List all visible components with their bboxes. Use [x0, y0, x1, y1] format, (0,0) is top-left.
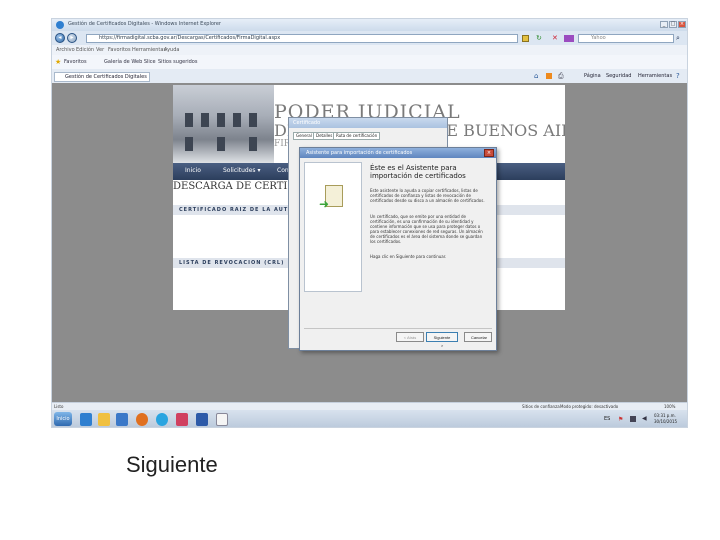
menu-ver[interactable]: Ver	[96, 47, 104, 53]
back-wizard-button[interactable]: < Atrás	[396, 332, 424, 342]
favorites-bar: ★ Favoritos Galería de Web Slice Sitios …	[52, 55, 687, 70]
ie-icon	[56, 21, 64, 29]
toolbar-page[interactable]: Página	[584, 73, 601, 79]
address-bar-row: ◂ ▸ https://firmadigital.scba.gov.ar/Des…	[52, 31, 687, 45]
paint-taskbar-icon[interactable]	[176, 413, 188, 426]
ie-taskbar-icon[interactable]	[80, 413, 92, 426]
network-icon[interactable]	[630, 416, 636, 422]
wizard-paragraph-3: Haga clic en Siguiente para continuar.	[370, 254, 447, 259]
status-protected-mode: Modo protegido: desactivado	[560, 404, 619, 409]
refresh-icon[interactable]: ↻	[536, 34, 542, 42]
search-icon[interactable]: ⌕	[676, 34, 680, 43]
green-arrow-icon: ➜	[319, 197, 330, 211]
firefox-taskbar-icon[interactable]	[136, 413, 148, 426]
url-text: https://firmadigital.scba.gov.ar/Descarg…	[99, 35, 281, 41]
wizard-title: Asistente para importación de certificad…	[300, 148, 496, 158]
search-input[interactable]: Yahoo	[578, 34, 674, 43]
wizard-paragraph-1: Este asistente lo ayuda a copiar certifi…	[370, 188, 485, 203]
nav-solicitudes[interactable]: Solicitudes ▾	[223, 167, 260, 174]
star-icon: ★	[55, 58, 62, 66]
status-zoom[interactable]: 100%	[664, 404, 675, 409]
import-wizard-dialog: Asistente para importación de certificad…	[299, 147, 497, 351]
screenshot-frame: Gestión de Certificados Digitales - Wind…	[51, 18, 688, 428]
menu-herramientas[interactable]: Herramientas	[132, 47, 166, 53]
certificate-dialog-title: Certificado	[289, 118, 447, 128]
window-title-bar: Gestión de Certificados Digitales - Wind…	[52, 19, 687, 31]
menu-favoritos[interactable]: Favoritos	[108, 47, 131, 53]
menu-archivo[interactable]: Archivo	[56, 47, 75, 53]
back-button[interactable]: ◂	[55, 33, 65, 43]
notepad-taskbar-icon[interactable]	[216, 413, 228, 426]
stop-icon[interactable]: ✕	[552, 34, 558, 42]
menu-edicion[interactable]: Edición	[76, 47, 94, 53]
search-placeholder: Yahoo	[591, 35, 606, 41]
print-icon[interactable]: ⎙	[558, 72, 564, 81]
menu-ayuda[interactable]: Ayuda	[164, 47, 179, 53]
tab-bar: Gestión de Certificados Digitales ⌂ ⎙ Pá…	[52, 69, 687, 83]
media-taskbar-icon[interactable]	[116, 413, 128, 426]
toolbar-security[interactable]: Seguridad	[606, 73, 631, 79]
status-left: Listo	[54, 404, 64, 409]
explorer-taskbar-icon[interactable]	[98, 413, 110, 426]
system-clock[interactable]: 03:31 p.m. 30/10/2015	[654, 413, 677, 425]
favorites-item-suggested[interactable]: Sitios sugeridos	[158, 59, 197, 65]
wizard-paragraph-2: Un certificado, que se emite por una ent…	[370, 214, 483, 244]
taskbar: Inicio ES ⚑ ◀ 03:31 p.m. 30/10/2015	[52, 410, 687, 427]
tab-ruta[interactable]: Ruta de certificación	[333, 132, 381, 140]
favorites-button[interactable]: Favoritos	[64, 59, 87, 65]
nav-inicio[interactable]: Inicio	[185, 167, 201, 174]
language-indicator[interactable]: ES	[604, 416, 610, 422]
help-icon[interactable]: ?	[676, 72, 680, 80]
clock-date: 30/10/2015	[654, 419, 678, 424]
lock-icon[interactable]	[522, 35, 529, 42]
word-taskbar-icon[interactable]	[196, 413, 208, 426]
flag-icon[interactable]: ⚑	[618, 416, 623, 423]
start-button[interactable]: Inicio	[54, 412, 72, 426]
courthouse-photo	[173, 85, 274, 163]
url-input[interactable]: https://firmadigital.scba.gov.ar/Descarg…	[86, 34, 518, 43]
menu-bar: Archivo Edición Ver Favoritos Herramient…	[52, 45, 687, 55]
status-zone: Sitios de confianza	[522, 404, 560, 409]
wizard-divider	[304, 328, 492, 329]
favorites-item-web-slice[interactable]: Galería de Web Slice	[104, 59, 156, 65]
cancel-button[interactable]: Cancelar	[464, 332, 492, 342]
toolbar-tools[interactable]: Herramientas	[638, 73, 672, 79]
compatibility-icon[interactable]	[564, 35, 574, 42]
wizard-close-button[interactable]: ×	[484, 149, 494, 157]
wizard-side-panel: ➜	[304, 162, 362, 292]
feeds-icon[interactable]	[546, 73, 552, 79]
close-button[interactable]: ×	[678, 21, 686, 28]
forward-button[interactable]: ▸	[67, 33, 77, 43]
window-title: Gestión de Certificados Digitales - Wind…	[68, 21, 221, 27]
volume-icon[interactable]: ◀	[642, 415, 647, 422]
tab-label: Gestión de Certificados Digitales	[65, 74, 147, 80]
skype-taskbar-icon[interactable]	[156, 413, 168, 426]
wizard-heading: Éste es el Asistente para importación de…	[370, 164, 466, 180]
tab-general[interactable]: General	[293, 132, 315, 140]
minimize-button[interactable]: _	[660, 21, 668, 28]
next-button[interactable]: Siguiente >	[426, 332, 458, 348]
home-icon[interactable]: ⌂	[534, 72, 538, 80]
slide-caption: Siguiente	[126, 452, 218, 477]
tab-detalles[interactable]: Detalles	[313, 132, 336, 140]
maximize-button[interactable]: □	[669, 21, 677, 28]
browser-content: PODER JUDICIAL DE LA PROVINCIA DE BUENOS…	[52, 83, 687, 402]
tab-certificados[interactable]: Gestión de Certificados Digitales	[54, 72, 150, 82]
